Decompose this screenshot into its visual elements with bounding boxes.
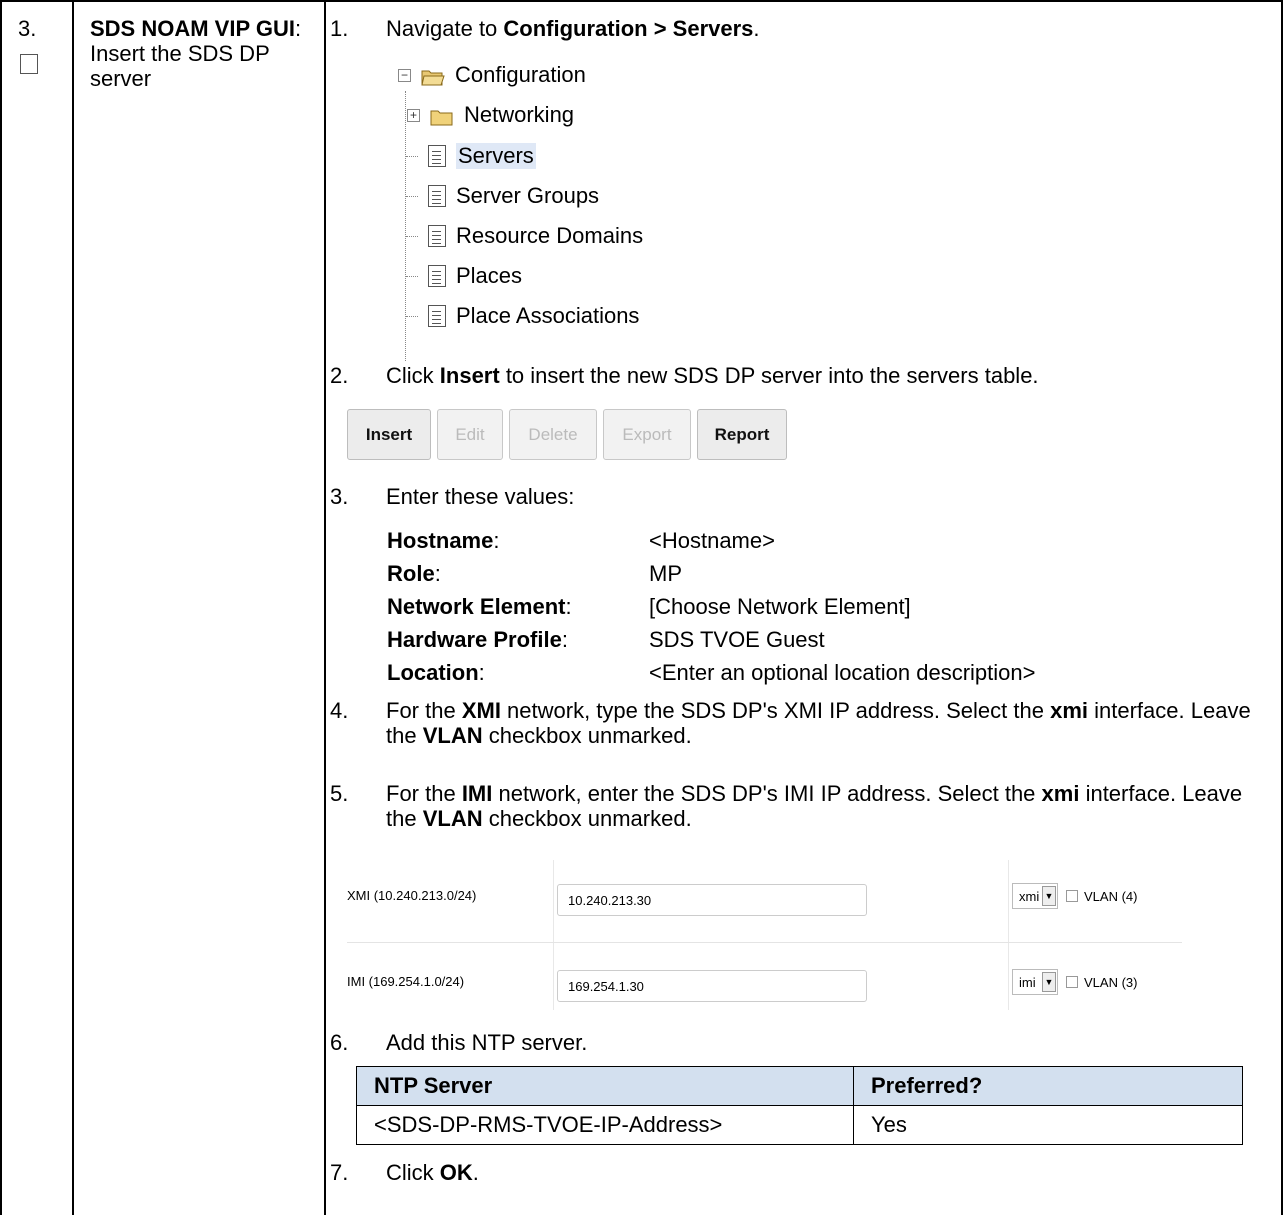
step-title: SDS NOAM VIP GUI: Insert the SDS DP serv… bbox=[90, 16, 302, 91]
folder-icon bbox=[430, 106, 454, 126]
tree-item-configuration[interactable]: − Configuration bbox=[398, 59, 586, 91]
network-label: IMI (169.254.1.0/24) bbox=[347, 974, 465, 989]
procedure-table bbox=[0, 0, 1283, 1215]
ip-address-input[interactable]: 10.240.213.30 bbox=[557, 884, 867, 916]
toolbar: Insert Edit Delete Export Report bbox=[347, 409, 787, 462]
vlan-checkbox[interactable] bbox=[1066, 976, 1078, 988]
expand-icon[interactable]: + bbox=[407, 108, 420, 122]
column-divider bbox=[72, 0, 74, 1215]
ntp-server-cell: <SDS-DP-RMS-TVOE-IP-Address> bbox=[356, 1105, 854, 1145]
tree-item-resource-domains[interactable]: Resource Domains bbox=[428, 220, 643, 252]
document-icon bbox=[428, 185, 446, 207]
dropdown-arrow-icon[interactable]: ▼ bbox=[1042, 886, 1056, 906]
report-button[interactable]: Report bbox=[697, 409, 787, 460]
column-divider bbox=[324, 0, 326, 1215]
network-row-imi: IMI (169.254.1.0/24) 169.254.1.30 imi ▼ … bbox=[347, 954, 1182, 1014]
network-row-xmi: XMI (10.240.213.0/24) 10.240.213.30 xmi … bbox=[347, 868, 1182, 928]
step-number: 3. bbox=[18, 16, 37, 41]
ntp-preferred-cell: Yes bbox=[853, 1105, 1243, 1145]
ip-address-input[interactable]: 169.254.1.30 bbox=[557, 970, 867, 1002]
ntp-header-preferred: Preferred? bbox=[853, 1066, 1243, 1106]
vlan-label: VLAN (4) bbox=[1084, 888, 1138, 904]
vlan-label: VLAN (3) bbox=[1084, 974, 1138, 990]
export-button[interactable]: Export bbox=[603, 409, 691, 460]
insert-button[interactable]: Insert bbox=[347, 409, 431, 460]
collapse-icon[interactable]: − bbox=[398, 68, 411, 82]
ntp-table: NTP Server Preferred? <SDS-DP-RMS-TVOE-I… bbox=[356, 1066, 1243, 1145]
edit-button[interactable]: Edit bbox=[437, 409, 503, 460]
step-checkbox[interactable] bbox=[20, 54, 38, 74]
dropdown-arrow-icon[interactable]: ▼ bbox=[1042, 972, 1056, 992]
tree-item-places[interactable]: Places bbox=[428, 260, 522, 292]
tree-item-servers[interactable]: Servers bbox=[428, 140, 536, 172]
document-icon bbox=[428, 145, 446, 167]
vlan-checkbox[interactable] bbox=[1066, 890, 1078, 902]
document-icon bbox=[428, 305, 446, 327]
tree-item-networking[interactable]: + Networking bbox=[407, 99, 574, 131]
delete-button[interactable]: Delete bbox=[509, 409, 597, 460]
row-divider bbox=[347, 942, 1182, 943]
folder-open-icon bbox=[421, 66, 445, 86]
ntp-header-server: NTP Server bbox=[356, 1066, 854, 1106]
table-row: <SDS-DP-RMS-TVOE-IP-Address> Yes bbox=[356, 1105, 1243, 1145]
tree-item-place-associations[interactable]: Place Associations bbox=[428, 300, 639, 332]
network-label: XMI (10.240.213.0/24) bbox=[347, 888, 477, 903]
document-icon bbox=[428, 225, 446, 247]
tree-item-server-groups[interactable]: Server Groups bbox=[428, 180, 599, 212]
document-icon bbox=[428, 265, 446, 287]
